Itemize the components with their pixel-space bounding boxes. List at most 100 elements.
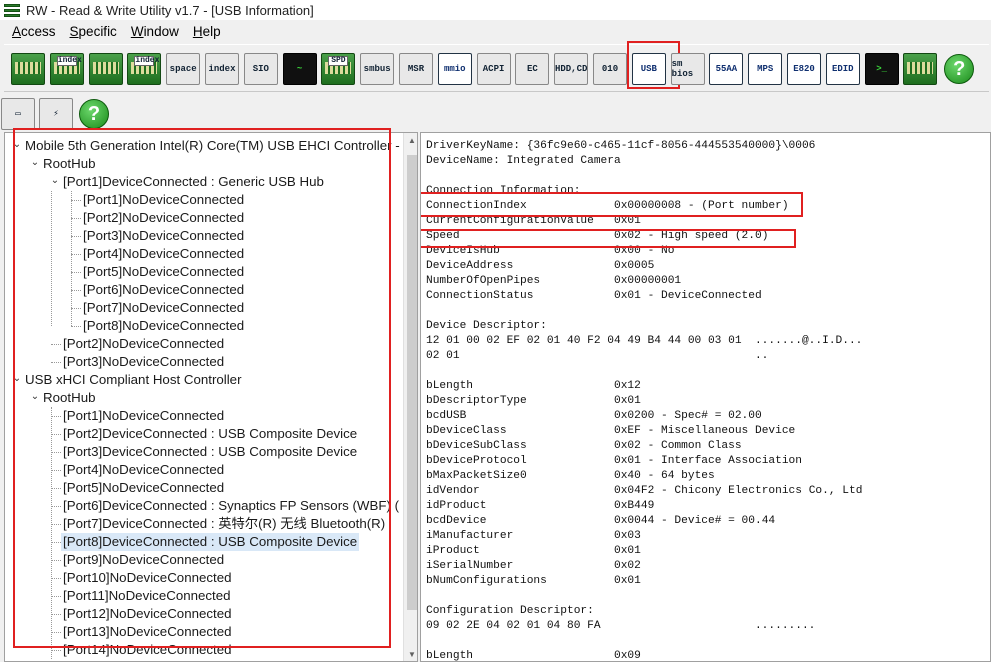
info-key: iManufacturer — [426, 530, 514, 542]
info-line — [426, 364, 862, 379]
help-button[interactable]: ? — [76, 94, 112, 134]
tree-node[interactable]: [Port6]NoDeviceConnected — [81, 281, 246, 299]
tree-node[interactable]: [Port1]NoDeviceConnected — [61, 407, 226, 425]
save-button[interactable]: ▭ — [0, 94, 36, 134]
tree-node[interactable]: RootHub — [41, 389, 97, 407]
refresh-icon: ⚡ — [39, 98, 73, 130]
command-button[interactable]: >_ — [864, 49, 900, 89]
msr-button[interactable]: MSR — [398, 49, 434, 89]
smbus-icon: smbus — [360, 53, 395, 85]
waveform-button[interactable]: ~ — [282, 49, 318, 89]
info-key: bMaxPacketSize0 — [426, 470, 527, 482]
mmio-button[interactable]: mmio — [437, 49, 473, 89]
info-line: 12 01 00 02 EF 02 01 40 F2 04 49 B4 44 0… — [426, 335, 863, 347]
tree-node[interactable]: [Port13]NoDeviceConnected — [61, 623, 234, 641]
info-value: 0x40 - 64 bytes — [614, 470, 715, 482]
tree-node[interactable]: RootHub — [41, 155, 97, 173]
msr-icon: MSR — [399, 53, 433, 85]
info-line: DriverKeyName: {36fc9e60-c465-11cf-8056-… — [426, 140, 816, 152]
acpi-button[interactable]: ACPI — [476, 49, 512, 89]
tree-connector — [51, 362, 61, 363]
menu-help[interactable]: Help — [193, 24, 221, 39]
tree-node[interactable]: [Port11]NoDeviceConnected — [61, 587, 233, 605]
menu-specific[interactable]: Specific — [70, 24, 117, 39]
scroll-down-icon[interactable]: ▼ — [404, 647, 417, 661]
info-line: Configuration Descriptor: — [426, 605, 594, 617]
hdd-cd-button[interactable]: HDD,CD — [553, 49, 589, 89]
tree-node[interactable]: [Port8]DeviceConnected : USB Composite D… — [61, 533, 360, 551]
tree-node[interactable]: [Port1]DeviceConnected : Generic USB Hub — [61, 173, 326, 191]
tree-node[interactable]: USB xHCI Compliant Host Controller — [23, 371, 244, 389]
tree-node[interactable]: [Port14]NoDeviceConnected — [61, 641, 234, 659]
tree-node[interactable]: Mobile 5th Generation Intel(R) Core(TM) … — [23, 137, 413, 155]
main-toolbar: index index space index SIO ~ SPD smbus MSR mmio A… — [4, 41, 989, 92]
info-line: iProduct 0x01 — [426, 544, 862, 559]
tree-node[interactable]: [Port7]NoDeviceConnected — [81, 299, 246, 317]
tree-connector — [71, 236, 81, 237]
tree-connector — [51, 191, 52, 326]
spd-button[interactable]: SPD — [320, 49, 356, 89]
edid-button[interactable]: EDID — [825, 49, 861, 89]
tree-node[interactable]: [Port2]NoDeviceConnected — [61, 335, 226, 353]
tree-node[interactable]: [Port2]NoDeviceConnected — [81, 209, 246, 227]
smbus-button[interactable]: smbus — [359, 49, 395, 89]
tree-node[interactable]: [Port5]NoDeviceConnected — [61, 479, 226, 497]
tree-scrollbar[interactable]: ▲ ▼ — [403, 133, 417, 661]
refresh-button[interactable]: ⚡ — [38, 94, 74, 134]
tree-node[interactable]: [Port5]NoDeviceConnected — [81, 263, 246, 281]
tree-node[interactable]: [Port3]NoDeviceConnected — [81, 227, 246, 245]
info-line: CurrentConfigurationValue 0x01 — [426, 214, 862, 229]
tree-node[interactable]: [Port7]DeviceConnected : 英特尔(R) 无线 Bluet… — [61, 515, 387, 533]
expand-chevron-icon[interactable]: ⌄ — [30, 392, 40, 402]
menu-access[interactable]: Access — [12, 24, 56, 39]
tree-node[interactable]: [Port10]NoDeviceConnected — [61, 569, 234, 587]
tree-node[interactable]: [Port3]NoDeviceConnected — [61, 353, 226, 371]
tree-connector — [71, 290, 81, 291]
e820-button[interactable]: E820 — [786, 49, 822, 89]
tree-connector — [51, 488, 61, 489]
usb-info-pane[interactable]: DriverKeyName: {36fc9e60-c465-11cf-8056-… — [420, 132, 991, 662]
info-line: bDeviceClass 0xEF - Miscellaneous Device — [426, 424, 862, 439]
ec-button[interactable]: EC — [514, 49, 550, 89]
pci-index-button[interactable]: index — [49, 49, 85, 89]
tree-connector — [51, 434, 61, 435]
smbios-button[interactable]: sm bios — [670, 49, 706, 89]
memory-button[interactable] — [88, 49, 124, 89]
55aa-button[interactable]: 55AA — [708, 49, 744, 89]
tree-node[interactable]: [Port9]NoDeviceConnected — [61, 551, 226, 569]
expand-chevron-icon[interactable]: ⌄ — [30, 158, 40, 168]
tree-node[interactable]: [Port4]NoDeviceConnected — [81, 245, 246, 263]
tree-connector — [71, 308, 81, 309]
info-key: bcdUSB — [426, 410, 467, 422]
pci-button[interactable] — [10, 49, 46, 89]
tree-node[interactable]: [Port3]DeviceConnected : USB Composite D… — [61, 443, 359, 461]
info-key: CurrentConfigurationValue — [426, 215, 594, 227]
tree-node[interactable]: [Port2]DeviceConnected : USB Composite D… — [61, 425, 359, 443]
tree-node[interactable]: [Port6]DeviceConnected : Synaptics FP Se… — [61, 497, 401, 515]
io-space-button[interactable]: space — [165, 49, 201, 89]
help-button[interactable]: ? — [941, 49, 977, 89]
usb-tree-pane[interactable]: Mobile 5th Generation Intel(R) Core(TM) … — [4, 132, 418, 662]
sio-button[interactable]: SIO — [243, 49, 279, 89]
battery-button[interactable] — [902, 49, 938, 89]
expand-chevron-icon[interactable]: ⌄ — [50, 176, 60, 186]
pci-index-icon: index — [49, 53, 84, 85]
tree-node[interactable]: [Port1]NoDeviceConnected — [81, 191, 246, 209]
menu-window[interactable]: Window — [131, 24, 179, 39]
memory-index-button[interactable]: index — [126, 49, 162, 89]
tree-connector — [51, 632, 61, 633]
55aa-icon: 55AA — [709, 53, 744, 85]
info-value: 0x03 — [614, 530, 641, 542]
usb-button[interactable]: USB — [631, 49, 667, 89]
tree-node[interactable]: [Port8]NoDeviceConnected — [81, 317, 246, 335]
tree-node[interactable]: [Port12]NoDeviceConnected — [61, 605, 234, 623]
scroll-up-icon[interactable]: ▲ — [404, 133, 417, 149]
scroll-thumb[interactable] — [407, 155, 417, 610]
mmio-icon: mmio — [437, 53, 472, 85]
info-line: bMaxPacketSize0 0x40 - 64 bytes — [426, 469, 862, 484]
tree-node[interactable]: [Port4]NoDeviceConnected — [61, 461, 226, 479]
info-value: 0x02 — [614, 560, 641, 572]
atapi-010-button[interactable]: 010 — [592, 49, 628, 89]
mps-button[interactable]: MPS — [747, 49, 783, 89]
io-index-button[interactable]: index — [204, 49, 240, 89]
